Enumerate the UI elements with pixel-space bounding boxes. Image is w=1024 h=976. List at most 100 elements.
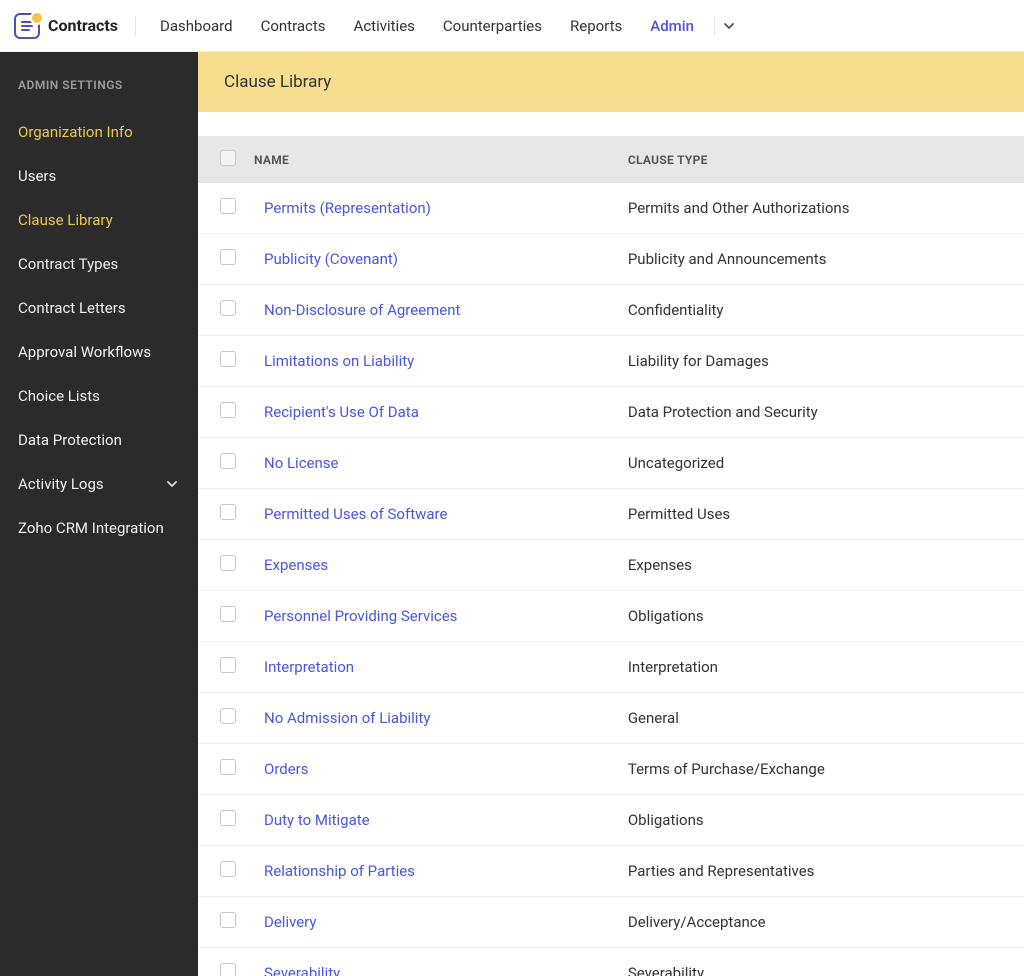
table-row: Publicity (Covenant)Publicity and Announ… [198, 234, 1024, 285]
clause-link[interactable]: No License [264, 454, 339, 472]
sidebar-item-contract-letters[interactable]: Contract Letters [0, 286, 198, 330]
table-row: Permitted Uses of Software Permitted Uses [198, 489, 1024, 540]
row-type-cell: Data Protection and Security [618, 387, 1024, 438]
nav-link-reports[interactable]: Reports [556, 9, 636, 43]
row-checkbox[interactable] [220, 198, 236, 214]
nav-link-counterparties[interactable]: Counterparties [429, 9, 556, 43]
sidebar-item-users[interactable]: Users [0, 154, 198, 198]
sidebar-item-label: Contract Letters [18, 299, 126, 317]
row-type-cell: Permitted Uses [618, 489, 1024, 540]
row-checkbox[interactable] [220, 453, 236, 469]
sidebar-item-label: Data Protection [18, 431, 122, 449]
table-row: Orders Terms of Purchase/Exchange [198, 744, 1024, 795]
row-checkbox[interactable] [220, 606, 236, 622]
row-name-cell: Permits (Representation) [254, 183, 618, 234]
row-checkbox-cell [198, 642, 254, 693]
row-checkbox[interactable] [220, 963, 236, 976]
clause-link[interactable]: Relationship of Parties [264, 862, 415, 880]
table-row: Delivery Delivery/Acceptance [198, 897, 1024, 948]
sidebar-item-label: Clause Library [18, 211, 113, 229]
sidebar-item-data-protection[interactable]: Data Protection [0, 418, 198, 462]
clause-link[interactable]: Publicity (Covenant) [264, 250, 398, 268]
main-content: Clause Library NAME CLAUSE TYPE Permits … [198, 52, 1024, 976]
table-row: Expenses Expenses [198, 540, 1024, 591]
col-header-name[interactable]: NAME [254, 136, 618, 183]
select-all-checkbox[interactable] [220, 150, 236, 166]
brand-logo-icon [14, 13, 40, 39]
clause-link[interactable]: Orders [264, 760, 309, 778]
clause-link[interactable]: Severability [264, 964, 340, 976]
row-checkbox[interactable] [220, 657, 236, 673]
table-row: Permits (Representation) Permits and Othe… [198, 183, 1024, 234]
sidebar-item-organization-info[interactable]: Organization Info [0, 110, 198, 154]
row-checkbox-cell [198, 285, 254, 336]
row-type-cell: Terms of Purchase/Exchange [618, 744, 1024, 795]
row-name-cell: Permitted Uses of Software [254, 489, 618, 540]
row-checkbox-cell [198, 336, 254, 387]
sidebar-item-contract-types[interactable]: Contract Types [0, 242, 198, 286]
row-name-cell: Expenses [254, 540, 618, 591]
nav-link-contracts[interactable]: Contracts [247, 9, 340, 43]
row-checkbox-cell [198, 948, 254, 976]
table-row: Recipient's Use Of Data Data Protection a… [198, 387, 1024, 438]
table-row: Non-Disclosure of AgreementConfidentiali… [198, 285, 1024, 336]
admin-sidebar: ADMIN SETTINGS Organization InfoUsersCla… [0, 52, 198, 976]
clause-link[interactable]: Recipient's Use Of Data [264, 403, 419, 421]
row-name-cell: Orders [254, 744, 618, 795]
row-checkbox[interactable] [220, 249, 236, 265]
sidebar-item-label: Contract Types [18, 255, 118, 273]
row-type-cell: Severability [618, 948, 1024, 976]
nav-more-chevron-icon[interactable] [721, 18, 737, 34]
nav-link-admin[interactable]: Admin [636, 9, 708, 43]
nav-link-activities[interactable]: Activities [340, 9, 429, 43]
row-checkbox[interactable] [220, 810, 236, 826]
clause-link[interactable]: Delivery [264, 913, 317, 931]
table-row: Interpretation Interpretation [198, 642, 1024, 693]
row-checkbox[interactable] [220, 351, 236, 367]
brand-name: Contracts [48, 16, 118, 35]
clause-link[interactable]: Expenses [264, 556, 328, 574]
row-type-cell: Expenses [618, 540, 1024, 591]
clause-link[interactable]: No Admission of Liability [264, 709, 430, 727]
sidebar-item-label: Choice Lists [18, 387, 100, 405]
sidebar-item-approval-workflows[interactable]: Approval Workflows [0, 330, 198, 374]
clause-link[interactable]: Permits (Representation) [264, 199, 431, 217]
sidebar-item-clause-library[interactable]: Clause Library [0, 198, 198, 242]
row-checkbox[interactable] [220, 504, 236, 520]
row-checkbox-cell [198, 744, 254, 795]
row-checkbox[interactable] [220, 759, 236, 775]
row-checkbox[interactable] [220, 300, 236, 316]
row-type-cell: Delivery/Acceptance [618, 897, 1024, 948]
row-type-cell: Interpretation [618, 642, 1024, 693]
clause-link[interactable]: Limitations on Liability [264, 352, 414, 370]
table-row: Personnel Providing ServicesObligations [198, 591, 1024, 642]
row-checkbox[interactable] [220, 555, 236, 571]
row-checkbox[interactable] [220, 861, 236, 877]
row-checkbox-cell [198, 846, 254, 897]
row-checkbox-cell [198, 540, 254, 591]
clause-link[interactable]: Interpretation [264, 658, 354, 676]
clause-link[interactable]: Permitted Uses of Software [264, 505, 447, 523]
clause-link[interactable]: Non-Disclosure of Agreement [264, 301, 460, 319]
row-name-cell: Severability [254, 948, 618, 976]
col-header-type[interactable]: CLAUSE TYPE [618, 136, 1024, 183]
brand[interactable]: Contracts [14, 13, 136, 39]
table-row: No LicenseUncategorized [198, 438, 1024, 489]
clause-link[interactable]: Personnel Providing Services [264, 607, 457, 625]
sidebar-item-label: Activity Logs [18, 475, 104, 493]
row-checkbox[interactable] [220, 912, 236, 928]
table-row: No Admission of LiabilityGeneral [198, 693, 1024, 744]
row-name-cell: Limitations on Liability [254, 336, 618, 387]
sidebar-item-activity-logs[interactable]: Activity Logs [0, 462, 198, 506]
page-title: Clause Library [198, 52, 1024, 112]
row-checkbox[interactable] [220, 402, 236, 418]
row-checkbox-cell [198, 387, 254, 438]
row-name-cell: Relationship of Parties [254, 846, 618, 897]
sidebar-item-choice-lists[interactable]: Choice Lists [0, 374, 198, 418]
nav-link-dashboard[interactable]: Dashboard [146, 9, 247, 43]
clause-link[interactable]: Duty to Mitigate [264, 811, 370, 829]
row-checkbox[interactable] [220, 708, 236, 724]
sidebar-item-zoho-crm-integration[interactable]: Zoho CRM Integration [0, 506, 198, 550]
sidebar-item-label: Organization Info [18, 123, 133, 141]
row-type-cell: Permits and Other Authorizations [618, 183, 1024, 234]
